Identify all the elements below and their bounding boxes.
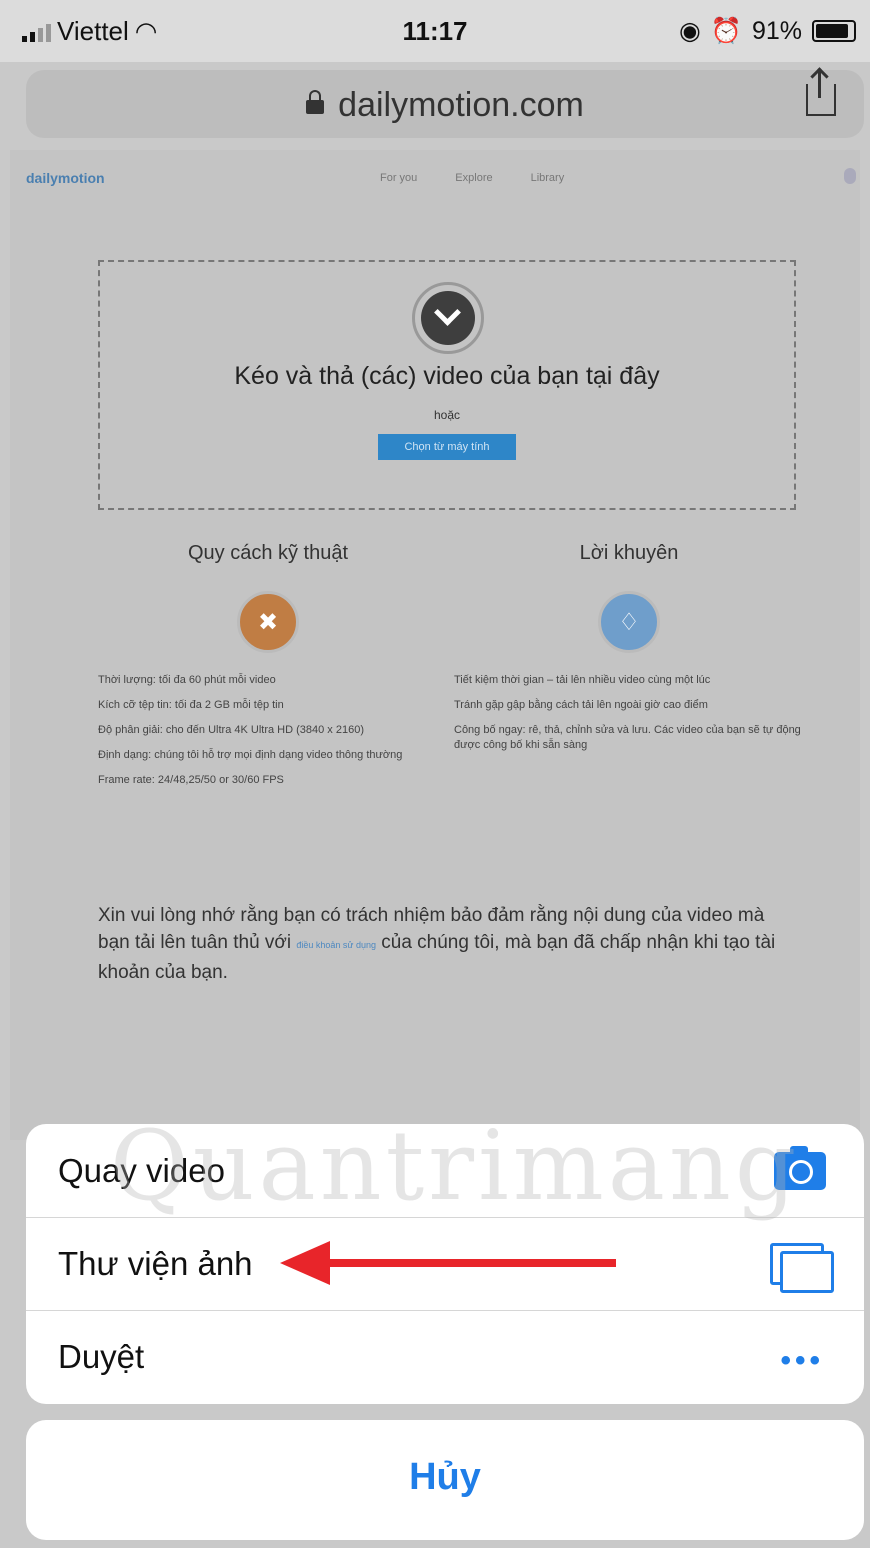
spec-item: Kích cỡ tệp tin: tối đa 2 GB mỗi tệp tin <box>98 699 284 711</box>
rotation-lock-icon: ◉ <box>678 17 701 45</box>
browse-label: Duyệt <box>58 1338 145 1375</box>
tip-item: Công bố ngay: rê, thả, chỉnh sửa và lưu.… <box>454 724 801 751</box>
site-nav: For you Explore Library <box>380 172 564 184</box>
status-bar: Viettel ◠ 11:17 ◉ ⏰ 91% <box>0 0 870 62</box>
drop-zone-or: hoặc <box>433 408 461 422</box>
tips-title: Lời khuyên <box>579 542 679 564</box>
alarm-icon: ⏰ <box>710 16 742 45</box>
battery-icon <box>812 20 856 42</box>
cancel-button[interactable]: Hủy <box>26 1420 864 1540</box>
specs-column: Quy cách kỹ thuật ✖ Thời lượng: tối đa 6… <box>98 542 438 798</box>
tip-item: Tiết kiệm thời gian – tải lên nhiều vide… <box>454 674 711 686</box>
battery-percent: 91% <box>751 16 802 45</box>
choose-from-computer-button[interactable]: Chọn từ máy tính <box>378 434 516 460</box>
spec-item: Frame rate: 24/48,25/50 or 30/60 FPS <box>98 774 284 786</box>
more-icon: ••• <box>780 1344 824 1377</box>
spec-item: Độ phân giải: cho đến Ultra 4K Ultra HD … <box>98 724 364 736</box>
lightbulb-icon: ♢ <box>598 591 660 653</box>
lock-icon <box>306 90 325 114</box>
nav-explore[interactable]: Explore <box>455 172 492 184</box>
nav-for-you[interactable]: For you <box>380 172 417 184</box>
specs-title: Quy cách kỹ thuật <box>187 542 349 564</box>
user-icon[interactable] <box>844 168 856 184</box>
web-page: dailymotion For you Explore Library Kéo … <box>10 150 860 1140</box>
terms-notice: Xin vui lòng nhớ rằng bạn có trách nhiệm… <box>98 902 778 986</box>
spec-item: Định dạng: chúng tôi hỗ trợ mọi định dạn… <box>98 749 403 761</box>
photos-icon <box>770 1243 834 1293</box>
share-icon[interactable] <box>806 70 836 116</box>
tools-icon: ✖ <box>237 591 299 653</box>
upload-drop-zone[interactable]: Kéo và thả (các) video của bạn tại đây h… <box>98 260 796 510</box>
browse-option[interactable]: Duyệt ••• <box>26 1310 864 1403</box>
drop-zone-title: Kéo và thả (các) video của bạn tại đây <box>234 362 660 390</box>
photo-library-label: Thư viện ảnh <box>58 1245 253 1282</box>
status-right: ◉ ⏰ 91% <box>679 16 856 46</box>
red-arrow-annotation <box>280 1241 620 1285</box>
spec-item: Thời lượng: tối đa 60 phút mỗi video <box>98 674 276 686</box>
address-bar[interactable]: dailymotion.com <box>26 70 864 138</box>
url-text: dailymotion.com <box>338 86 584 124</box>
terms-link[interactable]: điều khoản sử dụng <box>296 940 376 950</box>
nav-library[interactable]: Library <box>531 172 565 184</box>
tips-column: Lời khuyên ♢ Tiết kiệm thời gian – tải l… <box>454 542 804 763</box>
url-display: dailymotion.com <box>26 86 864 125</box>
cancel-label: Hủy <box>409 1456 481 1498</box>
site-logo[interactable]: dailymotion <box>26 170 105 186</box>
download-icon <box>412 282 484 354</box>
watermark: Quantrimang <box>110 1110 801 1222</box>
tip-item: Tránh gặp gập bằng cách tải lên ngoài gi… <box>454 699 708 711</box>
